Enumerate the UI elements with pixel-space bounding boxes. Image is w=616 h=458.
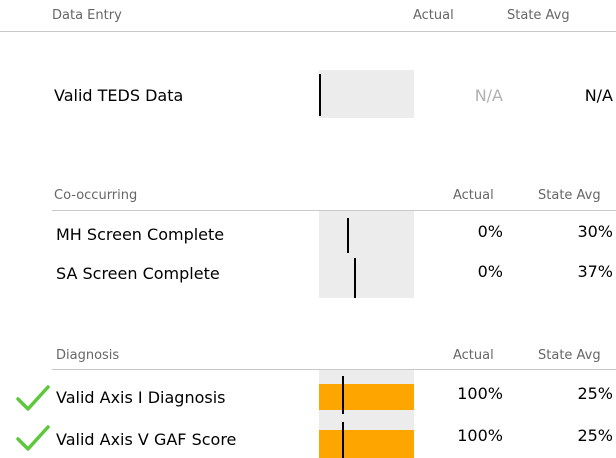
section-title-co-occurring: Co-occurring <box>54 188 138 203</box>
metric-bar-column <box>319 370 414 458</box>
section-title-diagnosis: Diagnosis <box>56 348 120 363</box>
state-avg-value: 25% <box>577 384 613 403</box>
column-header-state-avg: State Avg <box>538 188 601 203</box>
column-header-state-avg: State Avg <box>507 8 570 23</box>
column-header-actual: Actual <box>453 348 494 363</box>
section-divider <box>0 31 616 32</box>
metric-label: Valid Axis V GAF Score <box>56 430 237 449</box>
metric-label: Valid Axis I Diagnosis <box>56 388 226 407</box>
actual-value: 0% <box>477 262 503 281</box>
state-avg-value: 37% <box>577 262 613 281</box>
column-header-state-avg: State Avg <box>538 348 601 363</box>
state-avg-marker <box>342 422 344 458</box>
green-checkmark-icon <box>16 385 50 411</box>
state-avg-value: 30% <box>577 222 613 241</box>
metric-label: SA Screen Complete <box>56 264 220 283</box>
actual-value: 100% <box>457 384 503 403</box>
section-title-data-entry: Data Entry <box>52 8 122 23</box>
green-checkmark-icon <box>16 425 50 451</box>
actual-value: 0% <box>477 222 503 241</box>
metric-label: Valid TEDS Data <box>54 86 184 105</box>
state-avg-value: N/A <box>584 86 613 105</box>
metric-bar-column <box>319 211 414 298</box>
column-header-actual: Actual <box>413 8 454 23</box>
state-avg-marker <box>347 218 349 253</box>
actual-value: 100% <box>457 426 503 445</box>
state-avg-marker <box>342 376 344 414</box>
actual-value: N/A <box>474 86 503 105</box>
actual-bar-fill <box>319 430 414 458</box>
actual-bar-fill <box>319 384 414 410</box>
state-avg-marker <box>354 258 356 298</box>
metric-label: MH Screen Complete <box>56 225 225 244</box>
column-header-actual: Actual <box>453 188 494 203</box>
state-avg-value: 25% <box>577 426 613 445</box>
state-avg-marker <box>319 74 321 116</box>
metric-bar <box>319 70 414 118</box>
